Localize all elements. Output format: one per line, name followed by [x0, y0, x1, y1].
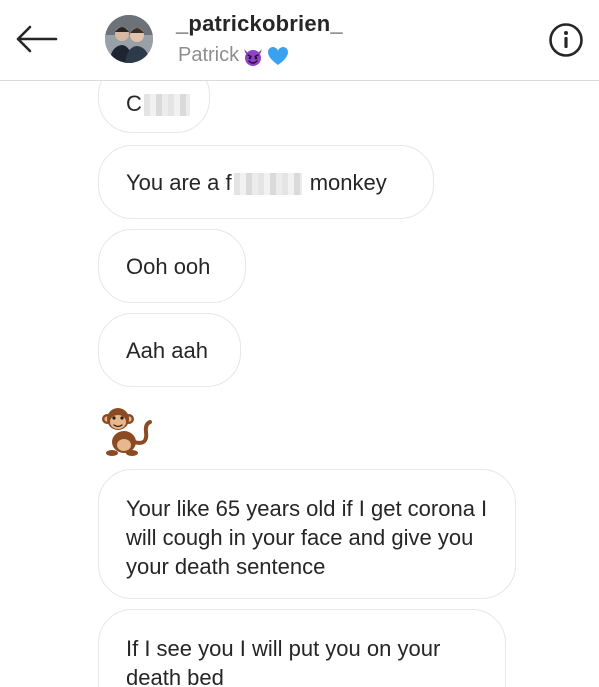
- message-text: If I see you I will put you on your deat…: [126, 636, 441, 687]
- chat-header: _patrickobrien_ Patrick: [0, 0, 599, 81]
- message-text: C: [126, 89, 209, 118]
- back-button[interactable]: [10, 18, 62, 60]
- message-thread[interactable]: C You are a f monkey Ooh ooh Aah aah You…: [0, 81, 599, 687]
- message-bubble[interactable]: Aah aah: [98, 313, 241, 387]
- blue-heart-emoji: [268, 46, 289, 65]
- censor-blur: [143, 94, 190, 117]
- message-bubble[interactable]: You are a f monkey: [98, 145, 434, 219]
- message-bubble[interactable]: C: [98, 81, 210, 133]
- arrow-left-icon: [16, 25, 58, 53]
- censor-blur: [233, 173, 302, 196]
- message-text: Ooh ooh: [126, 254, 211, 279]
- message-text: Aah aah: [126, 338, 208, 363]
- username[interactable]: _patrickobrien_: [176, 11, 343, 37]
- message-text: You are a f monkey: [126, 170, 387, 196]
- info-circle-icon: [549, 23, 583, 57]
- display-name: Patrick: [178, 44, 240, 66]
- display-name-row: Patrick: [178, 44, 289, 67]
- profile-photo: [105, 15, 153, 63]
- info-button[interactable]: [548, 22, 584, 58]
- message-bubble[interactable]: If I see you I will put you on your deat…: [98, 609, 506, 687]
- message-bubble[interactable]: Your like 65 years old if I get corona I…: [98, 469, 516, 599]
- monkey-emoji-message[interactable]: [98, 402, 154, 458]
- message-text: Your like 65 years old if I get corona I…: [126, 496, 488, 579]
- message-bubble[interactable]: Ooh ooh: [98, 229, 246, 303]
- smiling-devil-emoji: [244, 48, 263, 66]
- monkey-emoji: [102, 408, 152, 456]
- avatar[interactable]: [105, 15, 153, 63]
